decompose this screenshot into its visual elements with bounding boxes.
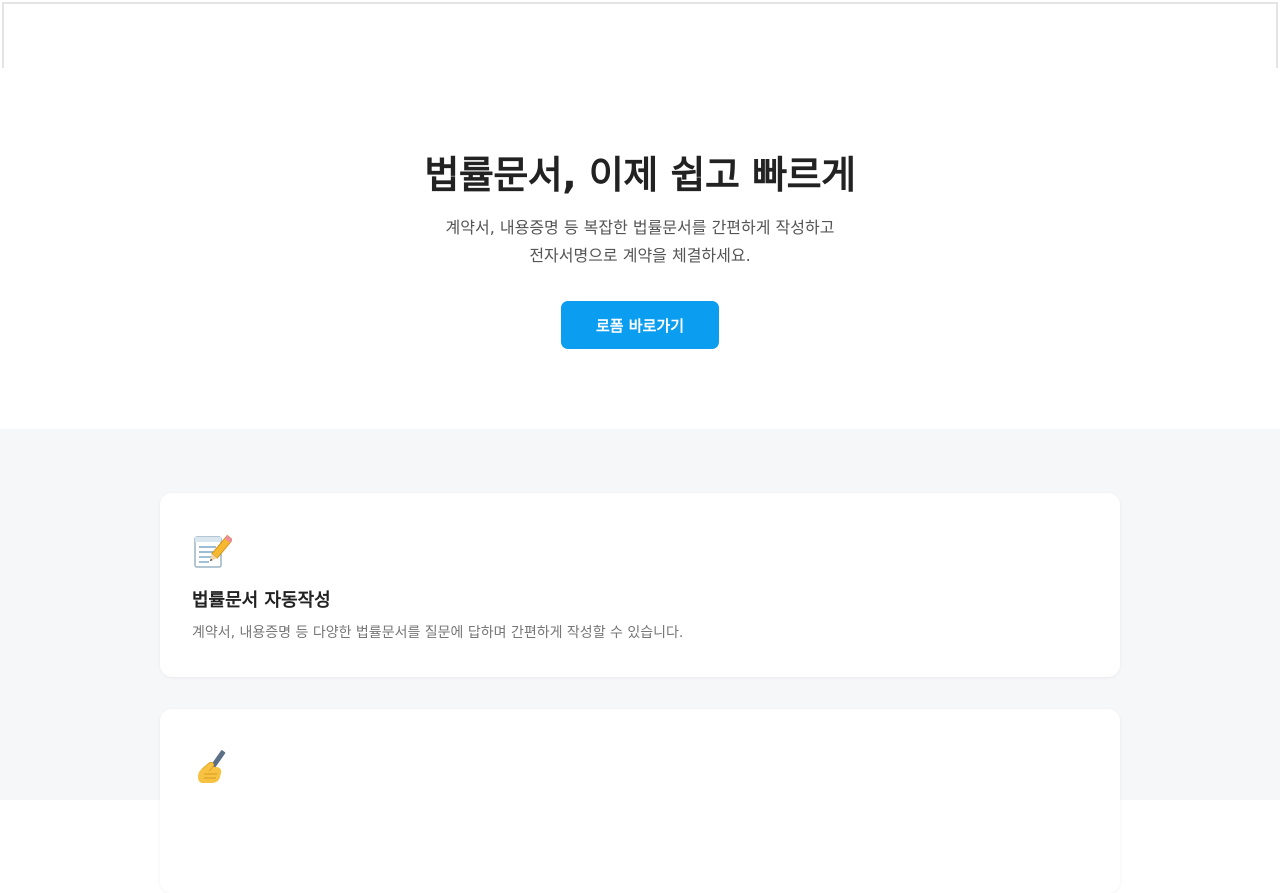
hero-title: 법률문서, 이제 쉽고 빠르게 <box>424 153 856 197</box>
feature-card-e-signature <box>160 709 1120 893</box>
hero-description-line-1: 계약서, 내용증명 등 복잡한 법률문서를 간편하게 작성하고 <box>445 218 835 237</box>
writing-hand-icon <box>192 747 232 787</box>
memo-pencil-icon <box>192 531 234 571</box>
hero-description-line-2: 전자서명으로 계약을 체결하세요. <box>529 246 751 265</box>
top-navigation-bar <box>2 2 1278 69</box>
hero-section: 법률문서, 이제 쉽고 빠르게 계약서, 내용증명 등 복잡한 법률문서를 간편… <box>0 68 1280 429</box>
go-to-lawform-button[interactable]: 로폼 바로가기 <box>561 301 719 349</box>
feature-card-document-drafting: 법률문서 자동작성 계약서, 내용증명 등 다양한 법률문서를 질문에 답하며 … <box>160 493 1120 677</box>
feature-title: 법률문서 자동작성 <box>192 590 331 611</box>
feature-description: 계약서, 내용증명 등 다양한 법률문서를 질문에 답하며 간편하게 작성할 수… <box>192 625 684 641</box>
hero-description: 계약서, 내용증명 등 복잡한 법률문서를 간편하게 작성하고 전자서명으로 계… <box>0 214 1280 270</box>
features-section: 법률문서 자동작성 계약서, 내용증명 등 다양한 법률문서를 질문에 답하며 … <box>0 429 1280 893</box>
